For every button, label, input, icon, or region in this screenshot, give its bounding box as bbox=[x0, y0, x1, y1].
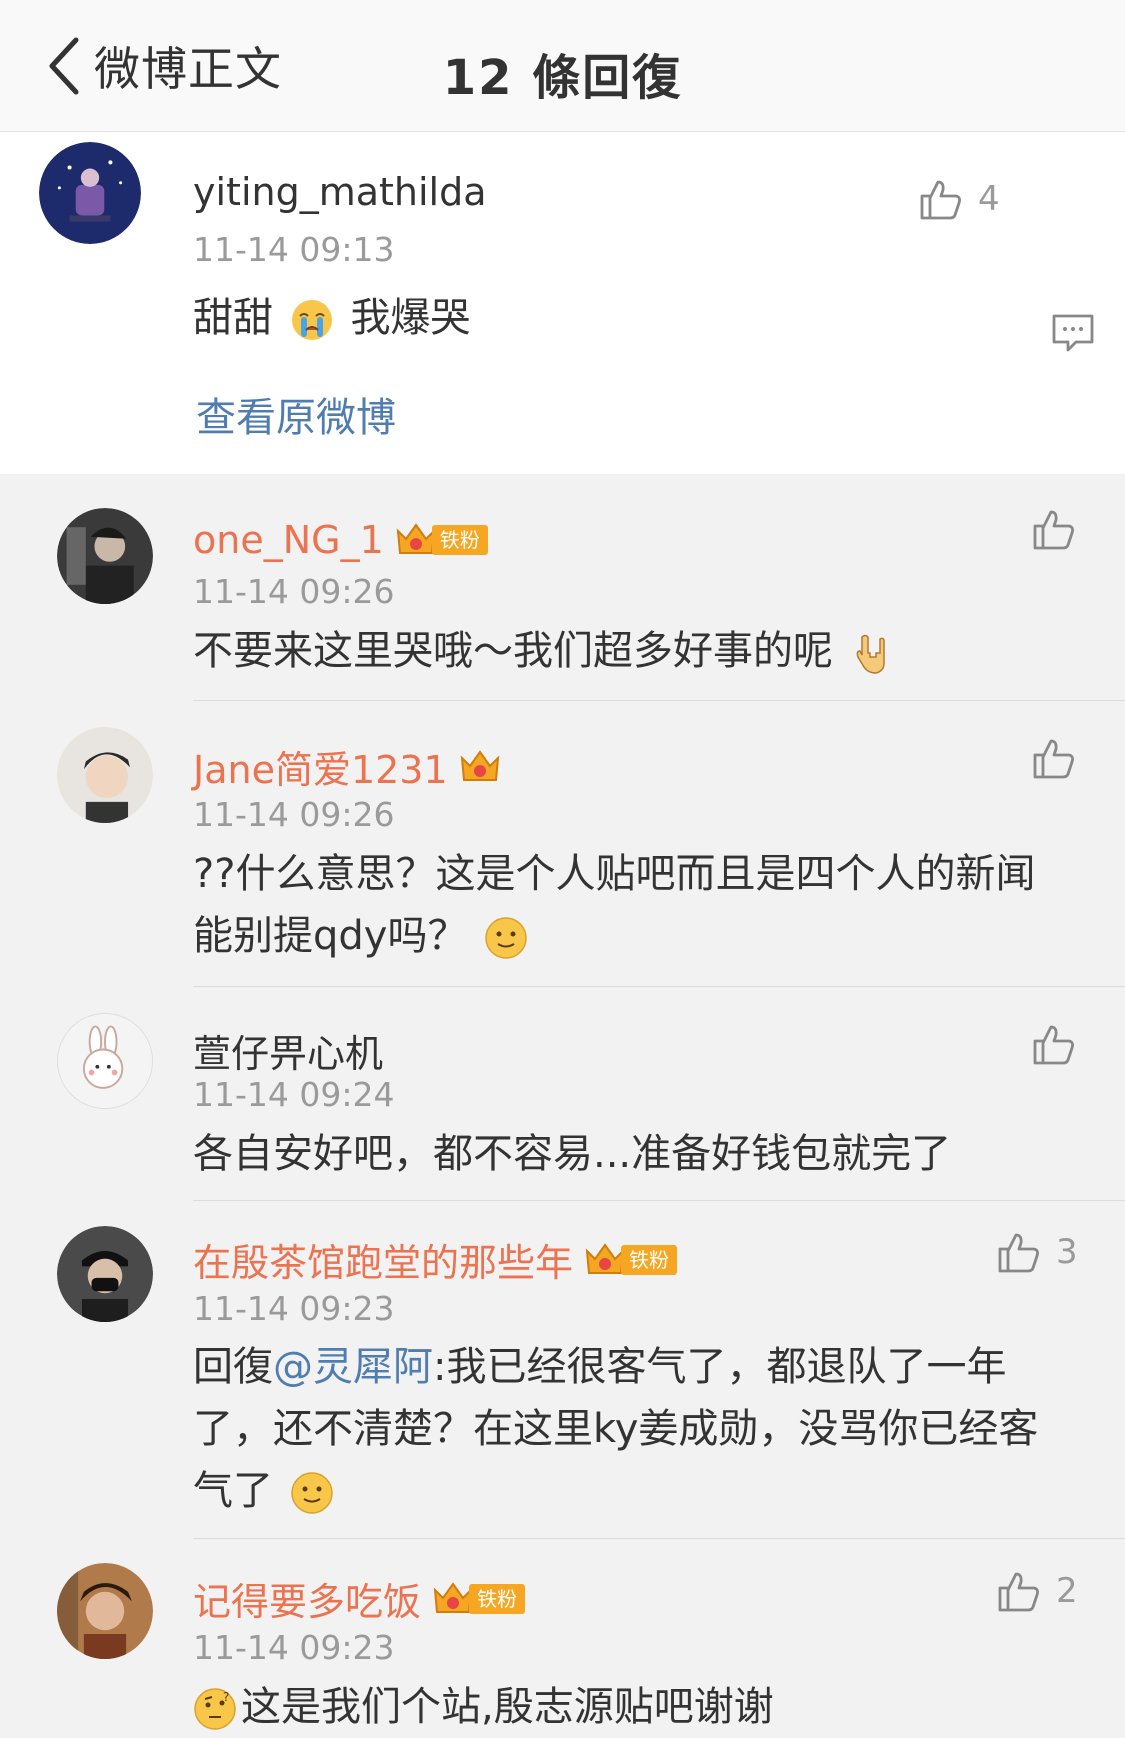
avatar[interactable] bbox=[57, 727, 153, 823]
comment-text: 不要来这里哭哦～我们超多好事的呢 bbox=[193, 620, 1093, 682]
divider bbox=[193, 700, 1125, 701]
page-title: 12 條回復 bbox=[442, 50, 683, 106]
like-button[interactable]: 4 bbox=[918, 176, 1000, 222]
like-count: 3 bbox=[1056, 1232, 1078, 1272]
comment-text: ? 这是我们个站,殷志源贴吧谢谢 bbox=[193, 1676, 1093, 1738]
thumbs-up-icon bbox=[1033, 510, 1074, 550]
like-count: 4 bbox=[978, 179, 1000, 219]
thumbs-up-icon bbox=[1033, 1025, 1074, 1065]
comment-icon[interactable] bbox=[1050, 310, 1096, 356]
timestamp: 11-14 09:23 bbox=[193, 1628, 395, 1667]
original-comment: yiting_mathilda 11-14 09:13 甜甜 我爆哭 4 查看原… bbox=[0, 133, 1125, 474]
fan-badge: 铁粉 bbox=[394, 521, 488, 559]
timestamp: 11-14 09:23 bbox=[193, 1289, 395, 1328]
thumbs-up-icon bbox=[1033, 739, 1074, 779]
avatar[interactable] bbox=[57, 1013, 153, 1109]
username[interactable]: yiting_mathilda bbox=[193, 170, 487, 214]
username[interactable]: one_NG_1 铁粉 bbox=[193, 518, 488, 562]
thumbs-up-icon bbox=[998, 1233, 1039, 1273]
avatar[interactable] bbox=[39, 142, 141, 244]
like-button[interactable] bbox=[1031, 735, 1077, 781]
divider bbox=[193, 1200, 1125, 1201]
comment-text: 回復@灵犀阿:我已经很客气了，都退队了一年了，还不清楚？在这里ky姜成勋，没骂你… bbox=[193, 1344, 1039, 1515]
top-nav-bar: 微博正文 12 條回復 bbox=[0, 0, 1125, 132]
comment-text: 甜甜 我爆哭 bbox=[193, 295, 471, 342]
like-button[interactable] bbox=[1031, 506, 1077, 552]
avatar[interactable] bbox=[57, 1563, 153, 1659]
username[interactable]: 在殷茶馆跑堂的那些年 铁粉 bbox=[193, 1232, 678, 1287]
fan-badge: 铁粉 bbox=[431, 1580, 526, 1618]
username[interactable]: 萱仔畀心机 bbox=[193, 1023, 383, 1078]
thinking-face-icon: ? bbox=[193, 1687, 237, 1731]
like-button[interactable]: 3 bbox=[996, 1229, 1078, 1275]
timestamp: 11-14 09:26 bbox=[193, 795, 395, 834]
username[interactable]: Jane简爱1231 bbox=[193, 739, 502, 794]
view-original-link[interactable]: 查看原微博 bbox=[196, 385, 396, 443]
like-button[interactable] bbox=[1031, 1021, 1077, 1067]
fan-badge: 铁粉 bbox=[583, 1241, 678, 1279]
smile-icon bbox=[484, 916, 528, 960]
crying-face-icon bbox=[290, 298, 334, 342]
like-count: 2 bbox=[1056, 1571, 1078, 1611]
divider bbox=[193, 1538, 1125, 1539]
level-badge bbox=[458, 748, 502, 786]
timestamp: 11-14 09:24 bbox=[193, 1075, 395, 1114]
timestamp: 11-14 09:26 bbox=[193, 572, 395, 611]
crown-icon bbox=[460, 749, 499, 781]
avatar[interactable] bbox=[57, 508, 153, 604]
rock-hand-icon bbox=[850, 631, 894, 675]
comment-text: 各自安好吧，都不容易...准备好钱包就完了 bbox=[193, 1131, 952, 1177]
svg-text:?: ? bbox=[223, 1690, 229, 1704]
thumbs-up-icon bbox=[998, 1572, 1039, 1612]
smile-icon bbox=[290, 1471, 334, 1515]
thumbs-up-icon bbox=[920, 180, 961, 220]
username[interactable]: 记得要多吃饭 铁粉 bbox=[193, 1571, 526, 1626]
replies-list: one_NG_1 铁粉 11-14 09:26 不要来这里哭哦～我们超多好事的呢… bbox=[0, 474, 1125, 1738]
mention-link[interactable]: @灵犀阿 bbox=[273, 1344, 433, 1390]
divider bbox=[193, 986, 1125, 987]
avatar[interactable] bbox=[57, 1226, 153, 1322]
timestamp: 11-14 09:13 bbox=[193, 230, 395, 269]
like-button[interactable]: 2 bbox=[996, 1568, 1078, 1614]
comment-text: ??什么意思？这是个人贴吧而且是四个人的新闻能别提qdy吗？ bbox=[193, 851, 1036, 960]
